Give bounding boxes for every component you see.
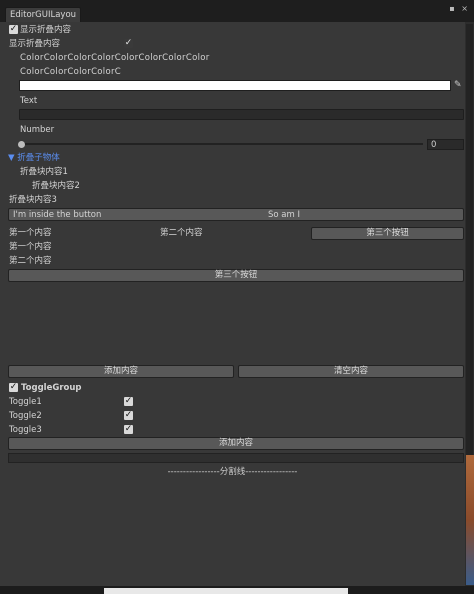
color-label-line1: ColorColorColorColorColorColorColorColor xyxy=(20,53,210,63)
number-label: Number xyxy=(20,125,55,135)
show-fold-checkbox[interactable]: ✓ xyxy=(124,39,133,48)
add-content-button[interactable]: 添加内容 xyxy=(8,365,234,378)
toggle1-label: Toggle1 xyxy=(9,397,42,407)
fold-item-2: 折叠块内容2 xyxy=(32,181,80,191)
toggle-group-add-button[interactable]: 添加内容 xyxy=(8,437,464,450)
inside-button-right-text: So am I xyxy=(268,210,300,220)
vert-second-label: 第二个内容 xyxy=(9,256,52,266)
toggle2-label: Toggle2 xyxy=(9,411,42,421)
toggle1-checkbox[interactable]: ✓ xyxy=(124,397,133,406)
vert-third-button[interactable]: 第三个按钮 xyxy=(8,269,464,282)
inspector-panel xyxy=(0,22,465,594)
window-tab[interactable]: EditorGUILayou xyxy=(5,7,81,22)
number-input[interactable]: 0 xyxy=(427,139,464,150)
horiz-second-label: 第二个内容 xyxy=(160,228,203,238)
toggle-group-checkbox[interactable]: ✓ xyxy=(9,383,18,392)
vert-first-label: 第一个内容 xyxy=(9,242,52,252)
window-controls-icon[interactable]: ▪ × xyxy=(449,4,470,13)
number-slider-knob[interactable] xyxy=(18,141,25,148)
background-scene-strip xyxy=(466,455,474,585)
color-field[interactable] xyxy=(19,80,451,91)
toggle-group-header: ToggleGroup xyxy=(21,383,82,393)
horiz-third-button[interactable]: 第三个按钮 xyxy=(311,227,464,240)
inside-button-left-text: I'm inside the button xyxy=(13,210,102,220)
text-label: Text xyxy=(20,96,38,106)
separator-line: -----------------分割线----------------- xyxy=(167,467,298,477)
bottom-white-area xyxy=(104,588,348,594)
fold-header[interactable]: ▼ 折叠子物体 xyxy=(8,152,60,164)
horiz-first-label: 第一个内容 xyxy=(9,228,52,238)
eyedropper-icon[interactable]: ✎ xyxy=(454,80,464,91)
number-slider-track[interactable] xyxy=(20,143,423,145)
toggle3-checkbox[interactable]: ✓ xyxy=(124,425,133,434)
fold-item-1: 折叠块内容1 xyxy=(20,167,68,177)
show-fold-toggle-label: 显示折叠内容 xyxy=(20,25,72,35)
empty-area xyxy=(8,453,464,463)
toggle3-label: Toggle3 xyxy=(9,425,42,435)
show-fold-label: 显示折叠内容 xyxy=(9,39,61,49)
text-input[interactable] xyxy=(19,109,464,120)
fold-item-3: 折叠块内容3 xyxy=(9,195,57,205)
show-fold-toggle-checkbox[interactable]: ✓ xyxy=(9,25,18,34)
color-label-line2: ColorColorColorColorC xyxy=(20,67,122,77)
clear-content-button[interactable]: 清空内容 xyxy=(238,365,464,378)
toggle2-checkbox[interactable]: ✓ xyxy=(124,411,133,420)
